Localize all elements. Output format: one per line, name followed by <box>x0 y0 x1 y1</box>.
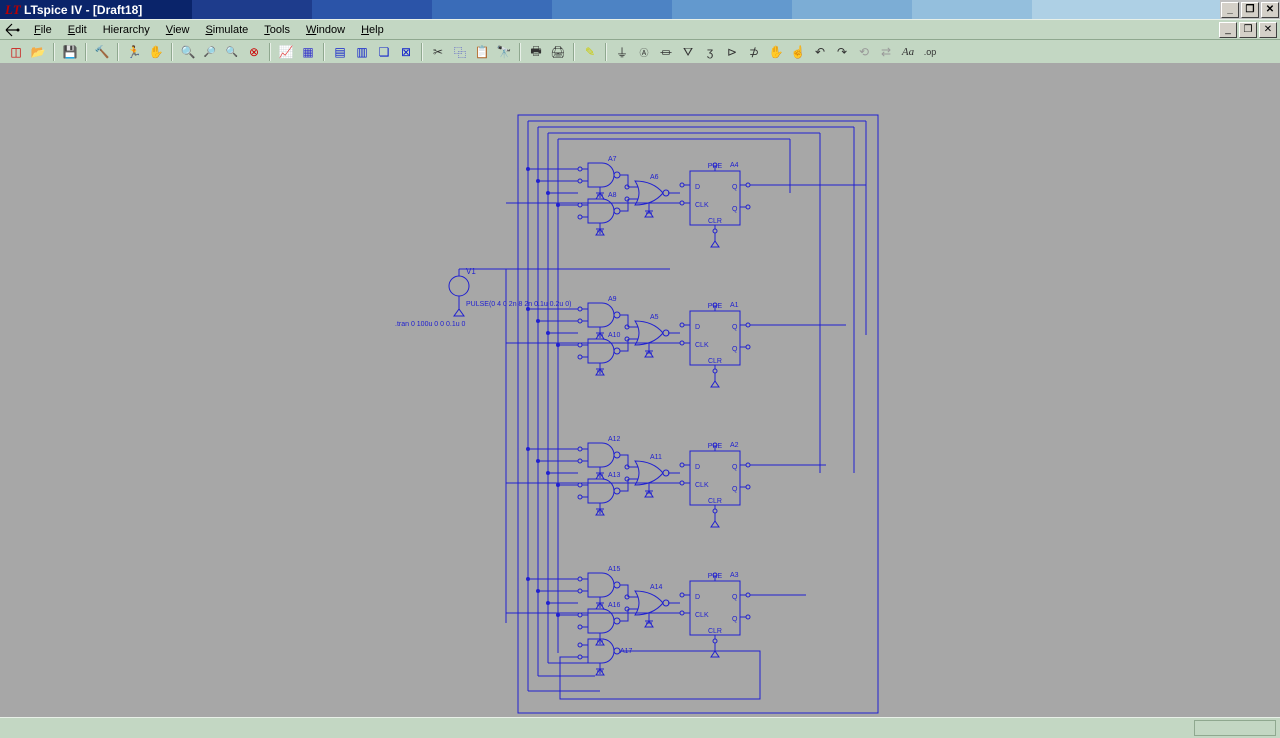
spice-directive[interactable]: .tran 0 100u 0 0 0.1u 0 <box>395 321 466 328</box>
run-icon[interactable]: 🏃 <box>124 42 144 62</box>
drag-icon[interactable]: ☝ <box>788 42 808 62</box>
mdi-window-controls: _ ❐ ✕ <box>1218 21 1278 39</box>
menu-help[interactable]: Help <box>353 22 392 38</box>
move-icon[interactable]: ✋ <box>766 42 786 62</box>
status-bar <box>0 717 1280 738</box>
open-icon[interactable]: 📂 <box>28 42 48 62</box>
svg-text:PULSE(0 4 0 2n 8 2n 0.1u 0.2u: PULSE(0 4 0 2n 8 2n 0.1u 0.2u 0) <box>466 301 571 308</box>
component-icon[interactable]: ⊅ <box>744 42 764 62</box>
menu-simulate[interactable]: Simulate <box>197 22 256 38</box>
text-icon[interactable]: Aa <box>898 42 918 62</box>
menu-tools[interactable]: Tools <box>256 22 298 38</box>
cascade-icon[interactable]: ❏ <box>374 42 394 62</box>
window-controls: _ ❐ ✕ <box>1220 1 1280 19</box>
mdi-close-button[interactable]: ✕ <box>1259 22 1277 38</box>
tile-h-icon[interactable]: ▤ <box>330 42 350 62</box>
zoom-in-icon[interactable]: 🔍 <box>178 42 198 62</box>
title-bar: LT LTspice IV - [Draft18] _ ❐ ✕ <box>0 0 1280 19</box>
draw-wire-icon[interactable]: ✎ <box>580 42 600 62</box>
inductor-icon[interactable]: ʒ <box>700 42 720 62</box>
spice-directive-icon[interactable]: .op <box>920 42 940 62</box>
menu-file[interactable]: File <box>26 22 60 38</box>
svg-text:A16: A16 <box>608 602 621 609</box>
schematic-canvas[interactable]: PRE CLR D CLK Q Q V1 PULSE(0 4 0 2n 8 2n… <box>0 63 1280 718</box>
zoom-full-icon[interactable]: ⊗ <box>244 42 264 62</box>
autorange-icon[interactable]: 📈 <box>276 42 296 62</box>
label-net-icon[interactable]: Ⓐ <box>634 42 654 62</box>
halt-icon[interactable]: ✋ <box>146 42 166 62</box>
menu-bar: File Edit Hierarchy View Simulate Tools … <box>0 19 1280 40</box>
svg-text:A15: A15 <box>608 566 621 573</box>
copy-icon[interactable]: ⿻ <box>450 42 470 62</box>
svg-text:A7: A7 <box>608 156 617 163</box>
menu-window[interactable]: Window <box>298 22 353 38</box>
svg-text:A3: A3 <box>730 572 739 579</box>
paste-icon[interactable]: 📋 <box>472 42 492 62</box>
minimize-button[interactable]: _ <box>1221 2 1239 18</box>
close-button[interactable]: ✕ <box>1261 2 1279 18</box>
redo-icon[interactable]: ↷ <box>832 42 852 62</box>
window-title: LTspice IV - [Draft18] <box>24 3 142 17</box>
toolbar: ◫ 📂 💾 🔨 🏃 ✋ 🔍 🔎 🔍 ⊗ 📈 ▦ ▤ ▥ ❏ ⊠ ✂ ⿻ 📋 🔭 … <box>0 40 1280 65</box>
svg-text:V1: V1 <box>466 267 476 276</box>
save-icon[interactable]: 💾 <box>60 42 80 62</box>
zoom-out-icon[interactable]: 🔍 <box>222 42 242 62</box>
svg-text:A9: A9 <box>608 296 617 303</box>
menu-view[interactable]: View <box>158 22 198 38</box>
status-cell <box>1194 720 1276 736</box>
svg-text:A2: A2 <box>730 442 739 449</box>
resistor-icon[interactable]: ⏛ <box>656 42 676 62</box>
app-menu-icon <box>4 22 20 38</box>
maximize-button[interactable]: ❐ <box>1241 2 1259 18</box>
svg-text:A11: A11 <box>650 454 662 461</box>
svg-text:A5: A5 <box>650 314 659 321</box>
menu-edit[interactable]: Edit <box>60 22 95 38</box>
new-schematic-icon[interactable]: ◫ <box>6 42 26 62</box>
mirror-icon[interactable]: ⇄ <box>876 42 896 62</box>
undo-icon[interactable]: ↶ <box>810 42 830 62</box>
capacitor-icon[interactable]: ⛛ <box>678 42 698 62</box>
svg-text:A4: A4 <box>730 162 739 169</box>
cut-icon[interactable]: ✂ <box>428 42 448 62</box>
tile-v-icon[interactable]: ▥ <box>352 42 372 62</box>
svg-text:A1: A1 <box>730 302 739 309</box>
close-win-icon[interactable]: ⊠ <box>396 42 416 62</box>
menu-hierarchy[interactable]: Hierarchy <box>95 22 158 38</box>
rotate-icon[interactable]: ⟲ <box>854 42 874 62</box>
svg-text:A13: A13 <box>608 472 621 479</box>
mdi-minimize-button[interactable]: _ <box>1219 22 1237 38</box>
svg-text:A8: A8 <box>608 192 617 199</box>
print-setup-icon[interactable]: 🖨 <box>548 42 568 62</box>
svg-text:A10: A10 <box>608 332 621 339</box>
find-icon[interactable]: 🔭 <box>494 42 514 62</box>
mdi-restore-button[interactable]: ❐ <box>1239 22 1257 38</box>
control-panel-icon[interactable]: 🔨 <box>92 42 112 62</box>
print-icon[interactable]: 🖶 <box>526 42 546 62</box>
svg-text:A14: A14 <box>650 584 663 591</box>
svg-text:A12: A12 <box>608 436 621 443</box>
tile-icon[interactable]: ▦ <box>298 42 318 62</box>
zoom-pan-icon[interactable]: 🔎 <box>200 42 220 62</box>
svg-text:A6: A6 <box>650 174 659 181</box>
schematic-drawing: PRE CLR D CLK Q Q V1 PULSE(0 4 0 2n 8 2n… <box>0 63 1280 718</box>
app-icon: LT <box>5 2 21 18</box>
diode-icon[interactable]: ⊳ <box>722 42 742 62</box>
ground-icon[interactable]: ⏚ <box>612 42 632 62</box>
